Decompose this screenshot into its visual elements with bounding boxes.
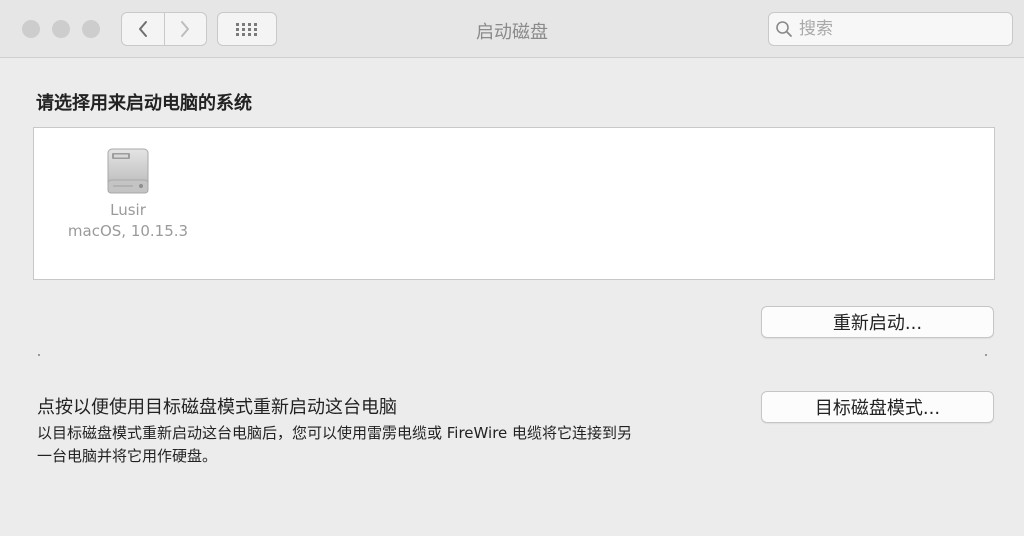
- separator-mark-right: [985, 354, 987, 356]
- hard-disk-icon: [107, 148, 149, 194]
- section-heading: 请选择用来启动电脑的系统: [36, 93, 252, 114]
- target-disk-mode-description: 以目标磁盘模式重新启动这台电脑后，您可以使用雷雳电缆或 FireWire 电缆将…: [37, 424, 633, 465]
- disk-item[interactable]: Lusir macOS, 10.15.3: [64, 146, 192, 242]
- target-disk-mode-button[interactable]: 目标磁盘模式...: [761, 391, 994, 423]
- separator-mark-left: [38, 354, 40, 356]
- target-disk-mode-title: 点按以便使用目标磁盘模式重新启动这台电脑: [37, 397, 397, 418]
- disk-os-version: macOS, 10.15.3: [67, 222, 189, 240]
- search-icon: [776, 21, 792, 37]
- disk-name: Lusir: [110, 201, 146, 219]
- startup-disk-list: Lusir macOS, 10.15.3: [33, 127, 995, 280]
- restart-button[interactable]: 重新启动...: [761, 306, 994, 338]
- search-input[interactable]: [797, 18, 1001, 40]
- search-field[interactable]: [768, 12, 1013, 46]
- title-bar: 启动磁盘: [0, 0, 1024, 58]
